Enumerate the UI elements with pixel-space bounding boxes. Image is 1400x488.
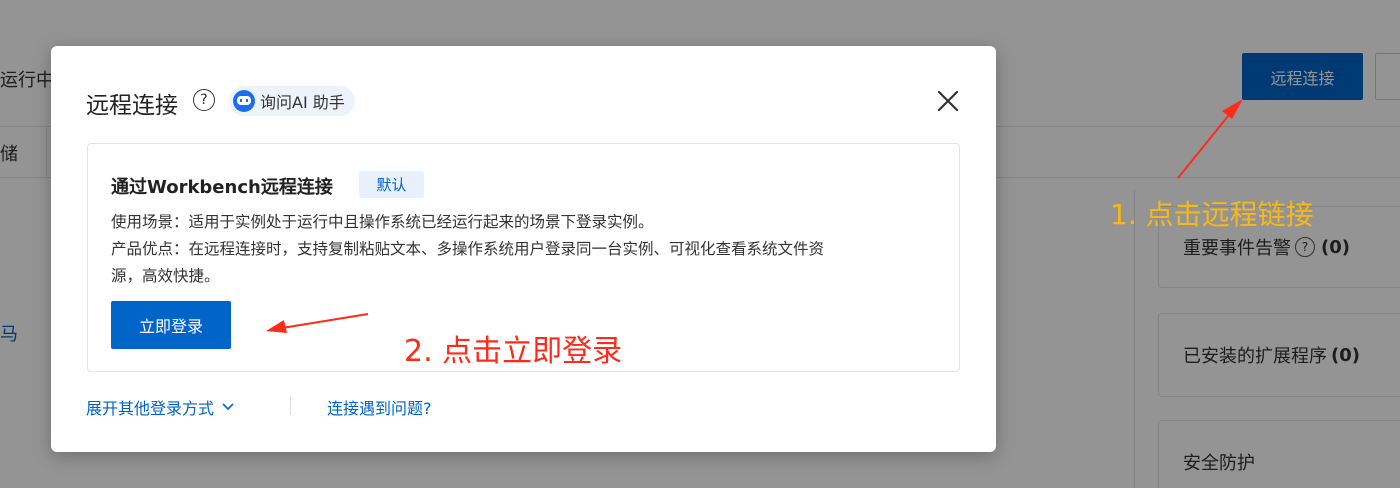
annotation-arrows [266,99,1243,333]
step2-annotation: 2. 点击立即登录 [404,334,623,369]
arrow-step2 [281,313,369,329]
arrow-step1 [1177,109,1234,179]
arrow-step2-head [266,320,287,333]
step1-annotation: 1. 点击远程链接 [1110,198,1314,231]
arrow-step1-head [1222,99,1243,119]
page: 运行中 远程连接 储 马 重要事件告警 ? (0) 已安装的扩展程序 (0) 安… [0,0,1400,488]
